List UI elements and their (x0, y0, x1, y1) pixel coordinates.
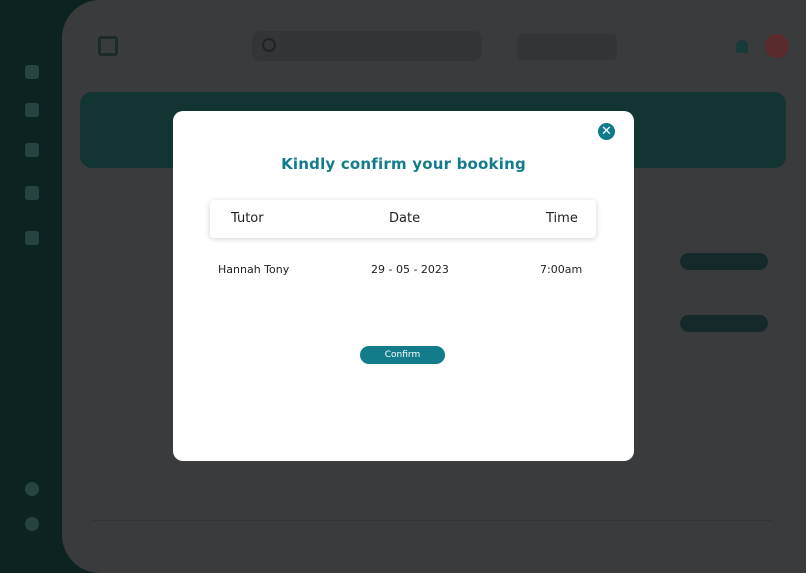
sidebar (0, 0, 70, 573)
table-header: Tutor Date Time (210, 200, 596, 238)
search-icon (262, 38, 276, 52)
divider (92, 520, 772, 521)
star-icon[interactable] (25, 186, 39, 200)
calendar-icon[interactable] (25, 103, 39, 117)
close-icon[interactable]: ✕ (598, 123, 615, 140)
search-input[interactable] (252, 31, 482, 61)
booking-confirm-modal: ✕ Kindly confirm your booking Tutor Date… (173, 111, 634, 461)
app-logo (98, 36, 122, 59)
date-value: 29 - 05 - 2023 (371, 263, 449, 276)
wallet-icon[interactable] (25, 231, 39, 245)
filter-select[interactable] (517, 34, 617, 60)
user-icon[interactable] (25, 143, 39, 157)
row-action-button[interactable] (680, 253, 768, 270)
logout-icon[interactable] (25, 517, 39, 531)
avatar[interactable] (765, 34, 789, 58)
home-icon[interactable] (25, 65, 39, 79)
modal-title: Kindly confirm your booking (281, 155, 526, 173)
settings-icon[interactable] (25, 482, 39, 496)
bell-icon[interactable] (736, 40, 748, 53)
tutor-value: Hannah Tony (218, 263, 290, 276)
column-header-date: Date (389, 211, 421, 226)
column-header-tutor: Tutor (231, 211, 264, 226)
column-header-time: Time (546, 211, 578, 226)
time-value: 7:00am (540, 263, 583, 276)
confirm-button[interactable]: Confirm (360, 346, 445, 364)
row-action-button[interactable] (680, 315, 768, 332)
